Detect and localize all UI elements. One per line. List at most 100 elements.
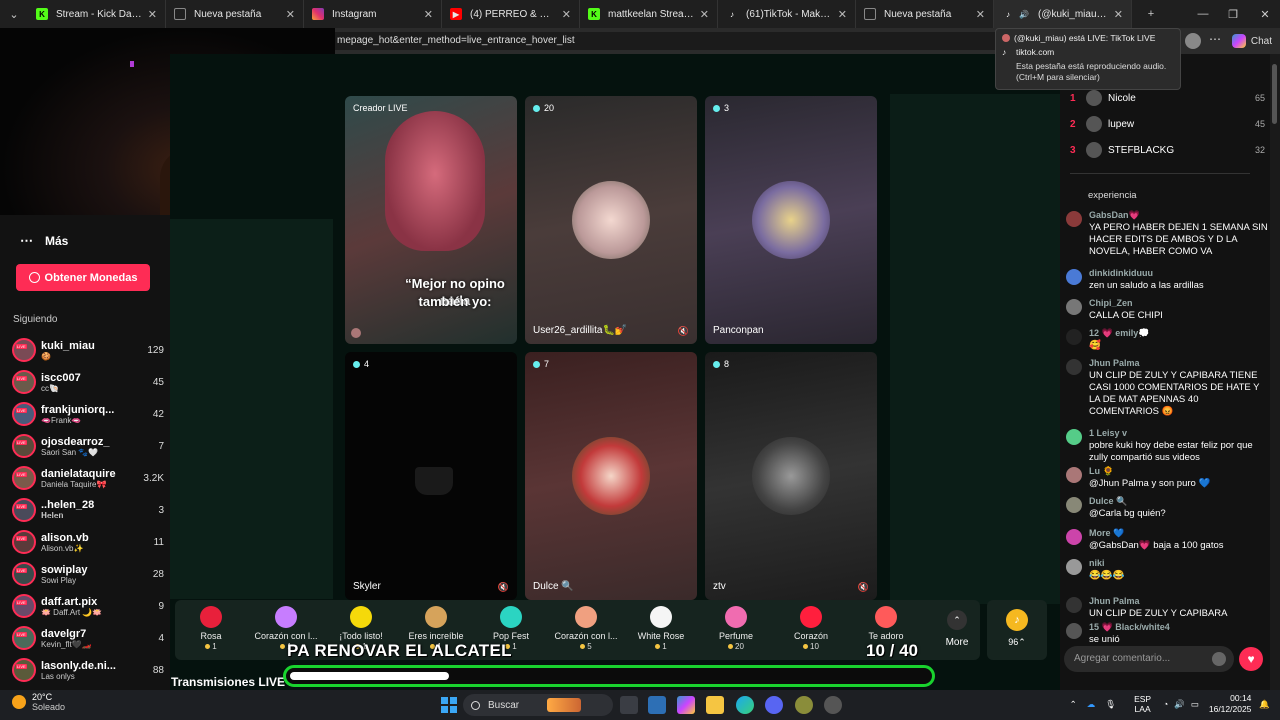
gift-item[interactable]: Rosa 1 xyxy=(175,606,247,651)
following-item[interactable]: LIVE danielataquire Daniela Taquire🎀 3.2K xyxy=(12,463,164,493)
tray-chevron-icon[interactable]: ⌃ xyxy=(1070,699,1077,710)
tab-new-tab-2[interactable]: Nueva pestaña ✕ xyxy=(856,0,994,28)
following-item[interactable]: LIVE daff.art.pix 🪷 Daff.Art 🌙🪷 9 xyxy=(12,591,164,621)
following-item[interactable]: LIVE lasonly.de.ni... Las onlys 88 xyxy=(12,655,164,685)
avatar[interactable] xyxy=(1066,329,1082,345)
following-item[interactable]: LIVE ojosdearroz_ Saori San 🐾🤍 7 xyxy=(12,431,164,461)
muted-icon[interactable]: 🔇 xyxy=(858,582,869,593)
live-tile-ztv[interactable]: 8 ztv 🔇 xyxy=(705,352,877,600)
gift-item[interactable]: White Rose 1 xyxy=(625,606,697,651)
close-icon[interactable]: ✕ xyxy=(562,8,571,21)
close-icon[interactable]: ✕ xyxy=(148,8,157,21)
tab-actions-menu-icon[interactable]: ⌄ xyxy=(0,0,28,28)
chat-username[interactable]: Chipi_Zen xyxy=(1089,298,1133,308)
avatar[interactable] xyxy=(1066,597,1082,613)
window-close-icon[interactable]: ✕ xyxy=(1250,0,1280,28)
chat-username[interactable]: 12 💗 emily💭 xyxy=(1089,328,1149,339)
following-item[interactable]: LIVE alison.vb Alison.vb✨ 11 xyxy=(12,527,164,557)
live-tile-user26[interactable]: 20 User26_ardillita🐛💅 🔇 xyxy=(525,96,697,344)
gift-item[interactable]: Te adoro xyxy=(850,606,922,641)
emoji-icon[interactable] xyxy=(1212,652,1226,666)
close-icon[interactable]: ✕ xyxy=(1114,8,1123,21)
avatar[interactable] xyxy=(1066,497,1082,513)
avatar[interactable] xyxy=(1066,623,1082,639)
tab-kuki-live[interactable]: ♪ 🔊 (@kuki_miau) está LIVE ✕ xyxy=(994,0,1132,28)
more-menu-item[interactable]: ⋯ Más xyxy=(20,233,68,249)
following-item[interactable]: LIVE frankjuniorq... 🫦Frank🫦 42 xyxy=(12,399,164,429)
avatar[interactable] xyxy=(1066,467,1082,483)
close-icon[interactable]: ✕ xyxy=(976,8,985,21)
gift-more-button[interactable]: ⌃ More xyxy=(937,610,977,648)
edge-icon[interactable] xyxy=(736,696,754,714)
url-field[interactable]: mepage_hot&enter_method=live_entrance_ho… xyxy=(335,32,995,50)
avatar[interactable] xyxy=(1066,359,1082,375)
gift-item[interactable]: Corazón con l... 5 xyxy=(550,606,622,651)
tab-kick-dashboard[interactable]: K Stream - Kick Dashboard ✕ xyxy=(28,0,166,28)
chat-username[interactable]: 1 Leisy v xyxy=(1089,428,1127,438)
chat-username[interactable]: Lu 🌻 xyxy=(1089,466,1114,477)
chat-username[interactable]: Jhun Palma xyxy=(1089,596,1140,606)
live-tile-dulce[interactable]: 7 Dulce 🔍 xyxy=(525,352,697,600)
chat-username[interactable]: Dulce 🔍 xyxy=(1089,496,1127,507)
chat-username[interactable]: GabsDan💗 xyxy=(1089,210,1140,221)
tab-youtube[interactable]: ▶ (4) PERREO & REGGAETON ✕ xyxy=(442,0,580,28)
clock[interactable]: 00:14 16/12/2025 xyxy=(1209,693,1252,715)
tab-kick-mattkeelan[interactable]: K mattkeelan Stream - Watch ✕ xyxy=(580,0,718,28)
chat-username[interactable]: niki xyxy=(1089,558,1105,568)
file-explorer-icon[interactable] xyxy=(706,696,724,714)
avatar[interactable] xyxy=(1066,559,1082,575)
microphone-icon[interactable]: 🎙 xyxy=(1105,699,1116,710)
discord-icon[interactable] xyxy=(765,696,783,714)
onedrive-icon[interactable]: ☁ xyxy=(1087,699,1096,710)
chat-scrollbar[interactable] xyxy=(1270,54,1280,690)
coin-balance[interactable]: ♪ 96⌃ xyxy=(987,600,1047,660)
weather-widget[interactable]: 20°C Soleado xyxy=(12,692,65,712)
close-icon[interactable]: ✕ xyxy=(424,8,433,21)
tab-tiktok[interactable]: ♪ (61)TikTok - Make Your Day ✕ xyxy=(718,0,856,28)
following-item[interactable]: LIVE sowiplay Sowi Play 28 xyxy=(12,559,164,589)
maximize-icon[interactable]: ❐ xyxy=(1218,0,1248,28)
obs-icon[interactable] xyxy=(824,696,842,714)
scroll-thumb[interactable] xyxy=(1272,64,1277,124)
rank-item[interactable]: 3 STEFBLACKG 32 xyxy=(1070,140,1265,160)
following-item[interactable]: LIVE davelgr7 Kevin_flt🖤🏎️ 4 xyxy=(12,623,164,653)
muted-icon[interactable]: 🔇 xyxy=(498,582,509,593)
chat-username[interactable]: Jhun Palma xyxy=(1089,358,1140,368)
close-icon[interactable]: ✕ xyxy=(700,8,709,21)
close-icon[interactable]: ✕ xyxy=(838,8,847,21)
get-coins-button[interactable]: Obtener Monedas xyxy=(16,264,150,291)
rank-item[interactable]: 1 Nicole 65 xyxy=(1070,88,1265,108)
tab-instagram[interactable]: Instagram ✕ xyxy=(304,0,442,28)
following-item[interactable]: LIVE iscc007 cc🐚 45 xyxy=(12,367,164,397)
input-language[interactable]: ESP LAA xyxy=(1134,694,1151,714)
speaker-icon[interactable]: 🔊 xyxy=(1018,8,1030,20)
taskbar-search[interactable]: Buscar xyxy=(463,694,613,716)
minimize-icon[interactable]: — xyxy=(1188,0,1218,28)
battery-icon[interactable]: ▭ xyxy=(1191,699,1199,710)
avatar[interactable] xyxy=(1066,211,1082,227)
tab-new-tab-1[interactable]: Nueva pestaña ✕ xyxy=(166,0,304,28)
gift-item[interactable]: Perfume 20 xyxy=(700,606,772,651)
new-tab-icon[interactable]: + xyxy=(1136,0,1166,28)
gift-item[interactable]: Corazón 10 xyxy=(775,606,847,651)
menu-dots-icon[interactable]: ⋯ xyxy=(1209,32,1221,46)
avatar[interactable] xyxy=(1066,429,1082,445)
like-button[interactable]: ♥ xyxy=(1239,647,1263,671)
live-tile-panconpan[interactable]: 3 Panconpan xyxy=(705,96,877,344)
comment-input[interactable]: Agregar comentario... xyxy=(1064,646,1234,672)
chat-username[interactable]: dinkidinkiduuu xyxy=(1089,268,1153,278)
store-icon[interactable] xyxy=(648,696,666,714)
chat-username[interactable]: More 💙 xyxy=(1089,528,1124,539)
rank-item[interactable]: 2 lupew 45 xyxy=(1070,114,1265,134)
wifi-icon[interactable]: ◔ xyxy=(1163,699,1168,709)
volume-icon[interactable]: 🔊 xyxy=(1174,699,1185,710)
app-icon[interactable] xyxy=(795,696,813,714)
following-item[interactable]: LIVE ..helen_28 𝐇𝐞𝐥𝐞𝐧 3 xyxy=(12,495,164,525)
copilot-icon[interactable] xyxy=(677,696,695,714)
live-tile-skyler[interactable]: 4 Skyler 🔇 xyxy=(345,352,517,600)
copilot-chat-button[interactable]: Chat xyxy=(1231,31,1272,51)
windows-start-icon[interactable] xyxy=(441,697,457,713)
task-view-icon[interactable] xyxy=(620,696,638,714)
chat-username[interactable]: 15 💗 Black/white4 xyxy=(1089,622,1170,633)
profile-avatar[interactable] xyxy=(1185,33,1201,49)
